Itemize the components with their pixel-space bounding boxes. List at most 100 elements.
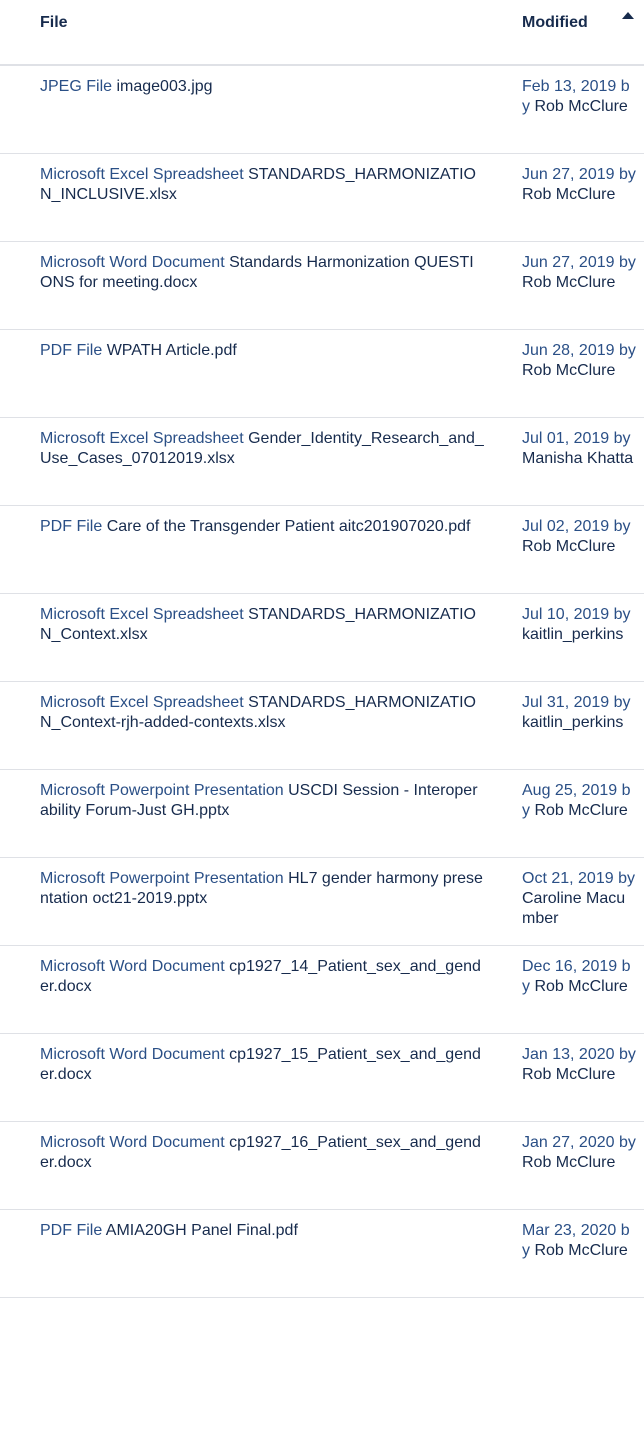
modified-date-link[interactable]: Dec 16, 2019 bbox=[522, 958, 617, 975]
table-row: Microsoft Powerpoint Presentation USCDI … bbox=[0, 770, 644, 858]
table-row: Microsoft Excel Spreadsheet Gender_Ident… bbox=[0, 418, 644, 506]
table-body: JPEG File image003.jpg Feb 13, 2019 by Ro… bbox=[0, 66, 644, 1298]
modified-cell: Jul 10, 2019 by kaitlin_perkins bbox=[522, 605, 636, 645]
file-type-link[interactable]: PDF File bbox=[40, 1222, 102, 1239]
file-cell: Microsoft Word Document cp1927_16_Patien… bbox=[40, 1133, 486, 1173]
author-name: Rob McClure bbox=[522, 1066, 616, 1083]
file-type-link[interactable]: Microsoft Excel Spreadsheet bbox=[40, 430, 244, 447]
file-type-link[interactable]: Microsoft Excel Spreadsheet bbox=[40, 166, 244, 183]
file-type-link[interactable]: Microsoft Word Document bbox=[40, 254, 225, 271]
modified-cell: Feb 13, 2019 by Rob McClure bbox=[522, 77, 636, 117]
modified-cell: Mar 23, 2020 by Rob McClure bbox=[522, 1221, 636, 1261]
file-cell: JPEG File image003.jpg bbox=[40, 77, 486, 97]
author-name: Caroline Macumber bbox=[522, 890, 626, 927]
file-cell: PDF File Care of the Transgender Patient… bbox=[40, 517, 486, 537]
modified-cell: Jan 13, 2020 by Rob McClure bbox=[522, 1045, 636, 1085]
author-name: Rob McClure bbox=[522, 538, 616, 555]
modified-date-link[interactable]: Jul 01, 2019 bbox=[522, 430, 609, 447]
modified-cell: Jul 31, 2019 by kaitlin_perkins bbox=[522, 693, 636, 733]
file-name[interactable]: Care of the Transgender Patient aitc2019… bbox=[107, 518, 471, 535]
by-label: by bbox=[618, 1134, 636, 1151]
modified-cell: Jul 02, 2019 by Rob McClure bbox=[522, 517, 636, 557]
table-row: PDF File Care of the Transgender Patient… bbox=[0, 506, 644, 594]
file-type-link[interactable]: JPEG File bbox=[40, 78, 112, 95]
modified-date-link[interactable]: Jul 10, 2019 bbox=[522, 606, 609, 623]
by-label: by bbox=[613, 518, 631, 535]
by-label: by bbox=[613, 430, 631, 447]
file-cell: Microsoft Powerpoint Presentation HL7 ge… bbox=[40, 869, 486, 909]
file-cell: Microsoft Excel Spreadsheet STANDARDS_HA… bbox=[40, 605, 486, 645]
modified-date-link[interactable]: Jul 31, 2019 bbox=[522, 694, 609, 711]
author-name: kaitlin_perkins bbox=[522, 714, 624, 731]
attachments-table: File Modified JPEG File image003.jpg Feb … bbox=[0, 0, 644, 1298]
file-type-link[interactable]: PDF File bbox=[40, 518, 102, 535]
table-row: JPEG File image003.jpg Feb 13, 2019 by Ro… bbox=[0, 66, 644, 154]
modified-date-link[interactable]: Oct 21, 2019 bbox=[522, 870, 614, 887]
table-row: PDF File WPATH Article.pdf Jun 28, 2019 b… bbox=[0, 330, 644, 418]
file-cell: PDF File WPATH Article.pdf bbox=[40, 341, 486, 361]
author-name: Rob McClure bbox=[522, 1154, 616, 1171]
by-label: by bbox=[618, 342, 636, 359]
author-name: Rob McClure bbox=[522, 362, 616, 379]
file-type-link[interactable]: Microsoft Powerpoint Presentation bbox=[40, 782, 284, 799]
modified-date-link[interactable]: Aug 25, 2019 bbox=[522, 782, 617, 799]
file-type-link[interactable]: PDF File bbox=[40, 342, 102, 359]
table-row: Microsoft Excel Spreadsheet STANDARDS_HA… bbox=[0, 154, 644, 242]
file-cell: Microsoft Word Document cp1927_15_Patien… bbox=[40, 1045, 486, 1085]
table-row: PDF File AMIA20GH Panel Final.pdf Mar 23,… bbox=[0, 1210, 644, 1298]
file-cell: PDF File AMIA20GH Panel Final.pdf bbox=[40, 1221, 486, 1241]
modified-date-link[interactable]: Jun 27, 2019 bbox=[522, 166, 615, 183]
column-header-modified[interactable]: Modified bbox=[522, 14, 588, 32]
modified-cell: Dec 16, 2019 by Rob McClure bbox=[522, 957, 636, 997]
file-name[interactable]: AMIA20GH Panel Final.pdf bbox=[106, 1222, 298, 1239]
modified-date-link[interactable]: Jul 02, 2019 bbox=[522, 518, 609, 535]
modified-cell: Jun 27, 2019 by Rob McClure bbox=[522, 165, 636, 205]
table-row: Microsoft Word Document cp1927_14_Patien… bbox=[0, 946, 644, 1034]
author-name: Rob McClure bbox=[522, 186, 616, 203]
column-header-file[interactable]: File bbox=[40, 14, 68, 32]
table-row: Microsoft Excel Spreadsheet STANDARDS_HA… bbox=[0, 682, 644, 770]
file-type-link[interactable]: Microsoft Excel Spreadsheet bbox=[40, 606, 244, 623]
file-cell: Microsoft Excel Spreadsheet STANDARDS_HA… bbox=[40, 165, 486, 205]
table-row: Microsoft Powerpoint Presentation HL7 ge… bbox=[0, 858, 644, 946]
table-row: Microsoft Word Document Standards Harmon… bbox=[0, 242, 644, 330]
modified-date-link[interactable]: Jan 27, 2020 bbox=[522, 1134, 615, 1151]
sort-ascending-icon[interactable] bbox=[622, 12, 634, 19]
author-name: Manisha Khatta bbox=[522, 450, 634, 467]
table-row: Microsoft Word Document cp1927_16_Patien… bbox=[0, 1122, 644, 1210]
file-type-link[interactable]: Microsoft Word Document bbox=[40, 1134, 225, 1151]
modified-date-link[interactable]: Mar 23, 2020 bbox=[522, 1222, 616, 1239]
author-name: Rob McClure bbox=[534, 802, 628, 819]
by-label: by bbox=[618, 166, 636, 183]
modified-date-link[interactable]: Jan 13, 2020 bbox=[522, 1046, 615, 1063]
author-name: kaitlin_perkins bbox=[522, 626, 624, 643]
table-row: Microsoft Excel Spreadsheet STANDARDS_HA… bbox=[0, 594, 644, 682]
modified-cell: Jul 01, 2019 by Manisha Khatta bbox=[522, 429, 636, 469]
file-type-link[interactable]: Microsoft Excel Spreadsheet bbox=[40, 694, 244, 711]
file-type-link[interactable]: Microsoft Word Document bbox=[40, 958, 225, 975]
file-name[interactable]: WPATH Article.pdf bbox=[107, 342, 237, 359]
file-name[interactable]: image003.jpg bbox=[116, 78, 212, 95]
modified-cell: Jun 27, 2019 by Rob McClure bbox=[522, 253, 636, 293]
by-label: by bbox=[618, 870, 635, 887]
modified-cell: Oct 21, 2019 by Caroline Macumber bbox=[522, 869, 636, 929]
author-name: Rob McClure bbox=[534, 978, 628, 995]
modified-date-link[interactable]: Feb 13, 2019 bbox=[522, 78, 616, 95]
file-type-link[interactable]: Microsoft Word Document bbox=[40, 1046, 225, 1063]
modified-cell: Jun 28, 2019 by Rob McClure bbox=[522, 341, 636, 381]
modified-cell: Aug 25, 2019 by Rob McClure bbox=[522, 781, 636, 821]
file-cell: Microsoft Excel Spreadsheet Gender_Ident… bbox=[40, 429, 486, 469]
modified-date-link[interactable]: Jun 27, 2019 bbox=[522, 254, 615, 271]
by-label: by bbox=[613, 606, 631, 623]
by-label: by bbox=[613, 694, 631, 711]
modified-cell: Jan 27, 2020 by Rob McClure bbox=[522, 1133, 636, 1173]
by-label: by bbox=[618, 254, 636, 271]
file-cell: Microsoft Word Document Standards Harmon… bbox=[40, 253, 486, 293]
author-name: Rob McClure bbox=[534, 1242, 628, 1259]
table-header: File Modified bbox=[0, 0, 644, 66]
file-cell: Microsoft Word Document cp1927_14_Patien… bbox=[40, 957, 486, 997]
file-cell: Microsoft Powerpoint Presentation USCDI … bbox=[40, 781, 486, 821]
file-type-link[interactable]: Microsoft Powerpoint Presentation bbox=[40, 870, 284, 887]
author-name: Rob McClure bbox=[522, 274, 616, 291]
modified-date-link[interactable]: Jun 28, 2019 bbox=[522, 342, 615, 359]
